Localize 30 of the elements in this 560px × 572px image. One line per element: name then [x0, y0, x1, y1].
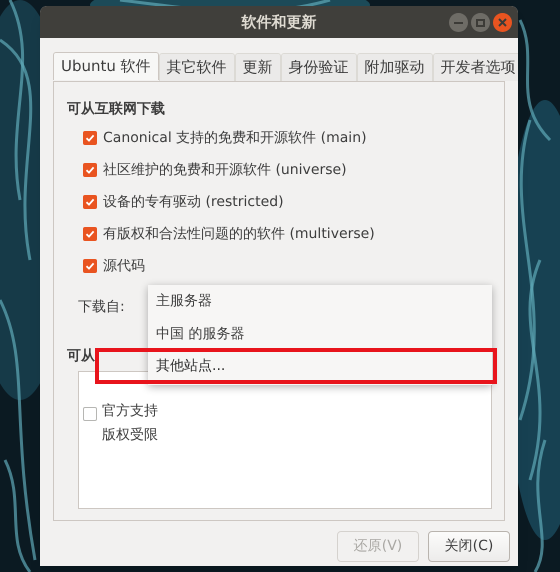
option-label: 版权受限: [102, 426, 158, 445]
menu-item[interactable]: 主服务器: [148, 285, 492, 318]
checkbox[interactable]: [83, 259, 97, 273]
option-label: 源代码: [103, 256, 145, 276]
option-label: 社区维护的免费和开源软件 (universe): [103, 160, 347, 180]
checkbox[interactable]: [83, 163, 97, 177]
tab[interactable]: Ubuntu 软件: [53, 52, 159, 80]
tab[interactable]: 身份验证: [280, 53, 357, 81]
menu-item[interactable]: 其他站点...: [148, 352, 492, 380]
download-from-label: 下载自:: [78, 298, 125, 317]
option-label: 官方支持: [102, 402, 158, 421]
option-label: 有版权和合法性问题的的软件 (multiverse): [103, 224, 375, 244]
maximize-icon[interactable]: [471, 13, 490, 32]
option-label: Canonical 支持的免费和开源软件 (main): [103, 128, 367, 148]
tab[interactable]: 更新: [234, 53, 281, 81]
window-title: 软件和更新: [242, 12, 316, 33]
checkbox[interactable]: [83, 227, 97, 241]
section-heading: 可从互联网下载: [67, 100, 166, 118]
menu-item[interactable]: 中国 的服务器: [148, 318, 492, 351]
dialog-button[interactable]: 关闭(C): [428, 531, 510, 562]
checkbox[interactable]: [83, 407, 97, 421]
tab[interactable]: 其它软件: [158, 53, 235, 81]
checkbox[interactable]: [83, 131, 97, 145]
minimize-icon[interactable]: [449, 13, 468, 32]
tab[interactable]: 附加驱动: [356, 53, 433, 81]
tab[interactable]: 开发者选项: [432, 53, 518, 81]
section-heading: 可从: [67, 347, 95, 365]
option-label: 设备的专有驱动 (restricted): [103, 192, 284, 212]
checkbox[interactable]: [83, 195, 97, 209]
close-icon[interactable]: [493, 13, 512, 32]
